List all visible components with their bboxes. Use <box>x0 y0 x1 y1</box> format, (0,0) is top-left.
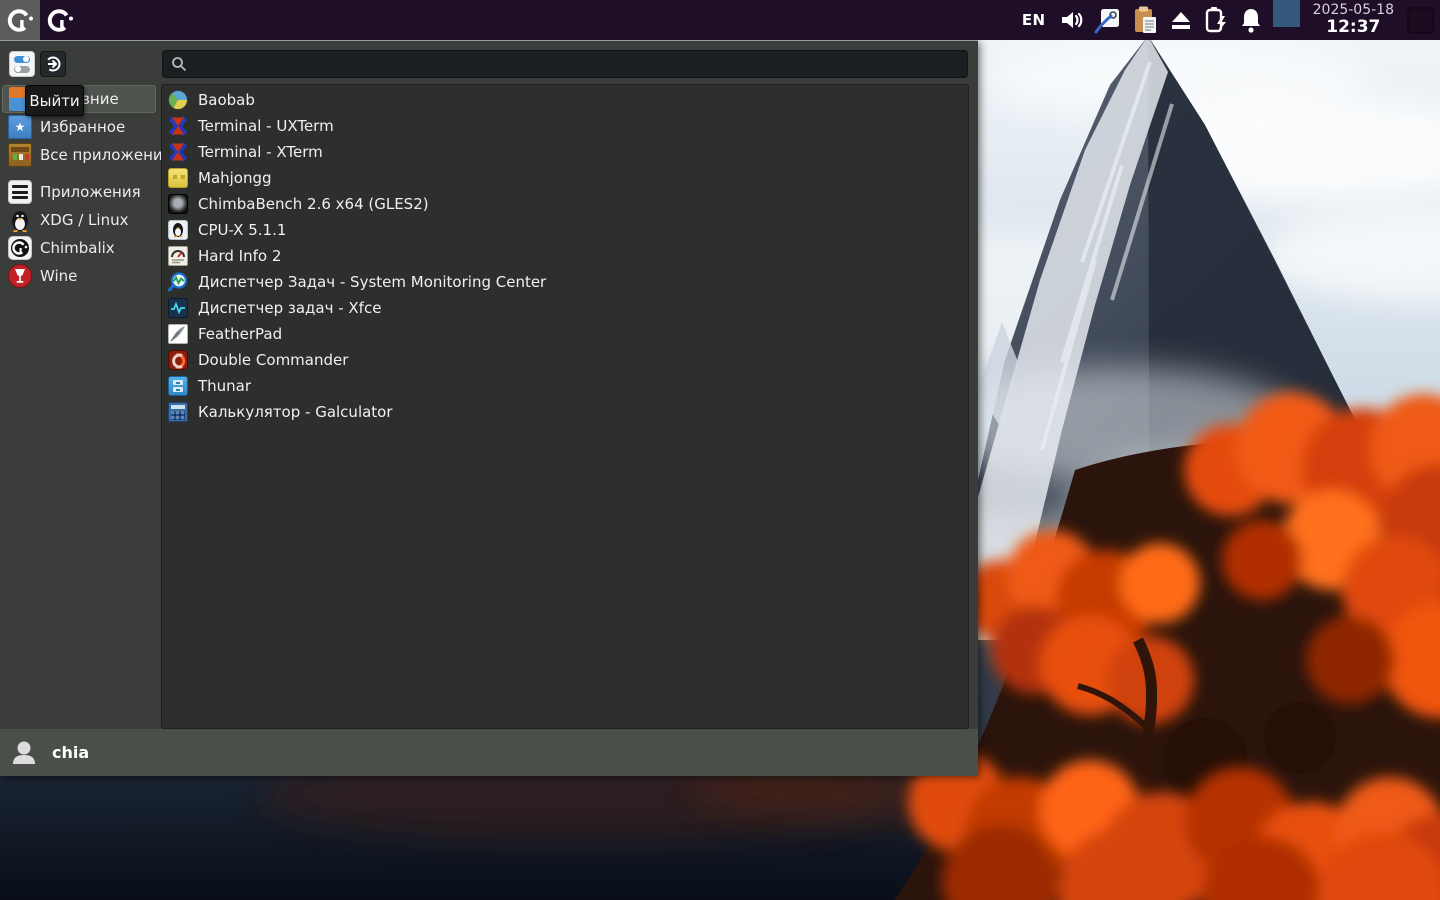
linux-tux-icon <box>8 208 32 232</box>
battery-charging-icon[interactable] <box>1203 0 1229 40</box>
sidebar-item-label: Приложения <box>40 183 141 201</box>
app-row-xterm[interactable]: Terminal - XTerm <box>162 139 968 165</box>
application-menu: Недавние ★ Избранное Все приложения Прил… <box>0 40 978 775</box>
app-label: Terminal - XTerm <box>198 143 323 161</box>
sidebar-item-label: Chimbalix <box>40 239 115 257</box>
date-label: 2025-05-18 <box>1313 2 1394 18</box>
sidebar-item-label: XDG / Linux <box>40 211 128 229</box>
sidebar-item-all-applications[interactable]: Все приложения <box>2 141 156 169</box>
chimbalix-launcher-button[interactable] <box>40 0 80 40</box>
app-label: Mahjongg <box>198 169 272 187</box>
app-label: Калькулятор - Galculator <box>198 403 393 421</box>
hardinfo-gauge-icon <box>168 246 188 266</box>
sidebar-item-applications[interactable]: Приложения <box>2 178 156 206</box>
logout-icon <box>44 55 62 73</box>
sidebar-item-wine[interactable]: Wine <box>2 262 156 290</box>
app-row-hardinfo[interactable]: Hard Info 2 <box>162 243 968 269</box>
cpux-penguin-icon <box>168 220 188 240</box>
search-bar[interactable] <box>162 50 968 78</box>
app-row-mahjongg[interactable]: Mahjongg <box>162 165 968 191</box>
workspace-pager-icon[interactable] <box>1407 7 1434 34</box>
app-label: Terminal - UXTerm <box>198 117 334 135</box>
sidebar-item-xdg-linux[interactable]: XDG / Linux <box>2 206 156 234</box>
chimbalix-icon <box>8 236 32 260</box>
tablet-tool-icon[interactable] <box>1094 0 1122 40</box>
app-label: Диспетчер Задач - System Monitoring Cent… <box>198 273 546 291</box>
all-applications-icon <box>8 143 32 167</box>
settings-toggles-button[interactable] <box>9 51 35 77</box>
logout-button[interactable] <box>40 51 66 77</box>
chimbabench-icon <box>168 194 188 214</box>
system-tray: EN <box>1018 0 1440 40</box>
app-label: FeatherPad <box>198 325 282 343</box>
toggle-on-icon <box>14 56 30 63</box>
sidebar-item-label: Wine <box>40 267 77 285</box>
monitoring-magnifier-icon <box>168 272 188 292</box>
wine-icon <box>8 264 32 288</box>
chimbalix-logo-icon <box>47 7 74 34</box>
app-row-chimbabench[interactable]: ChimbaBench 2.6 x64 (GLES2) <box>162 191 968 217</box>
volume-icon[interactable] <box>1059 0 1085 40</box>
app-row-uxterm[interactable]: Terminal - UXTerm <box>162 113 968 139</box>
app-label: Диспетчер задач - Xfce <box>198 299 381 317</box>
clipboard-icon[interactable] <box>1131 0 1159 40</box>
sidebar-item-label: Избранное <box>40 118 125 136</box>
tray-square[interactable] <box>1273 0 1300 27</box>
galculator-icon <box>168 402 188 422</box>
time-label: 12:37 <box>1326 18 1380 38</box>
app-row-thunar[interactable]: Thunar <box>162 373 968 399</box>
applications-category-icon <box>8 180 32 204</box>
desktop: EN <box>0 0 1440 900</box>
app-label: Thunar <box>198 377 251 395</box>
menu-launcher-button[interactable] <box>0 0 40 40</box>
double-commander-icon <box>168 350 188 370</box>
search-input[interactable] <box>193 56 959 72</box>
xfce-taskmanager-icon <box>168 298 188 318</box>
user-avatar-icon <box>8 737 40 769</box>
application-list: Baobab Terminal - UXTerm <box>161 84 969 729</box>
thunar-drawers-icon <box>168 376 188 396</box>
notifications-bell-icon[interactable] <box>1238 0 1264 40</box>
logout-tooltip: Выйти <box>25 85 84 116</box>
app-label: Baobab <box>198 91 255 109</box>
xterm-icon <box>168 142 188 162</box>
app-label: Hard Info 2 <box>198 247 281 265</box>
app-label: Double Commander <box>198 351 348 369</box>
eject-icon[interactable] <box>1168 0 1194 40</box>
sidebar-item-chimbalix[interactable]: Chimbalix <box>2 234 156 262</box>
baobab-pie-icon <box>168 90 188 110</box>
app-row-galculator[interactable]: Калькулятор - Galculator <box>162 399 968 425</box>
keyboard-layout-indicator[interactable]: EN <box>1018 0 1050 40</box>
clock[interactable]: 2025-05-18 12:37 <box>1309 0 1398 40</box>
app-row-baobab[interactable]: Baobab <box>162 87 968 113</box>
user-bar[interactable]: chia <box>0 729 978 776</box>
toggle-off-icon <box>14 66 30 73</box>
mahjongg-tile-icon <box>168 168 188 188</box>
top-panel: EN <box>0 0 1440 40</box>
favorites-icon: ★ <box>8 115 32 139</box>
featherpad-icon <box>168 324 188 344</box>
app-label: CPU-X 5.1.1 <box>198 221 286 239</box>
app-row-double-commander[interactable]: Double Commander <box>162 347 968 373</box>
sidebar-item-label: Все приложения <box>40 146 172 164</box>
app-label: ChimbaBench 2.6 x64 (GLES2) <box>198 195 429 213</box>
sidebar-item-favorites[interactable]: ★ Избранное <box>2 113 156 141</box>
chimbalix-logo-icon <box>7 7 34 34</box>
search-icon <box>171 56 187 72</box>
app-row-featherpad[interactable]: FeatherPad <box>162 321 968 347</box>
xterm-icon <box>168 116 188 136</box>
app-row-xfce-taskmanager[interactable]: Диспетчер задач - Xfce <box>162 295 968 321</box>
user-name: chia <box>52 743 89 762</box>
app-row-cpux[interactable]: CPU-X 5.1.1 <box>162 217 968 243</box>
app-row-system-monitoring-center[interactable]: Диспетчер Задач - System Monitoring Cent… <box>162 269 968 295</box>
